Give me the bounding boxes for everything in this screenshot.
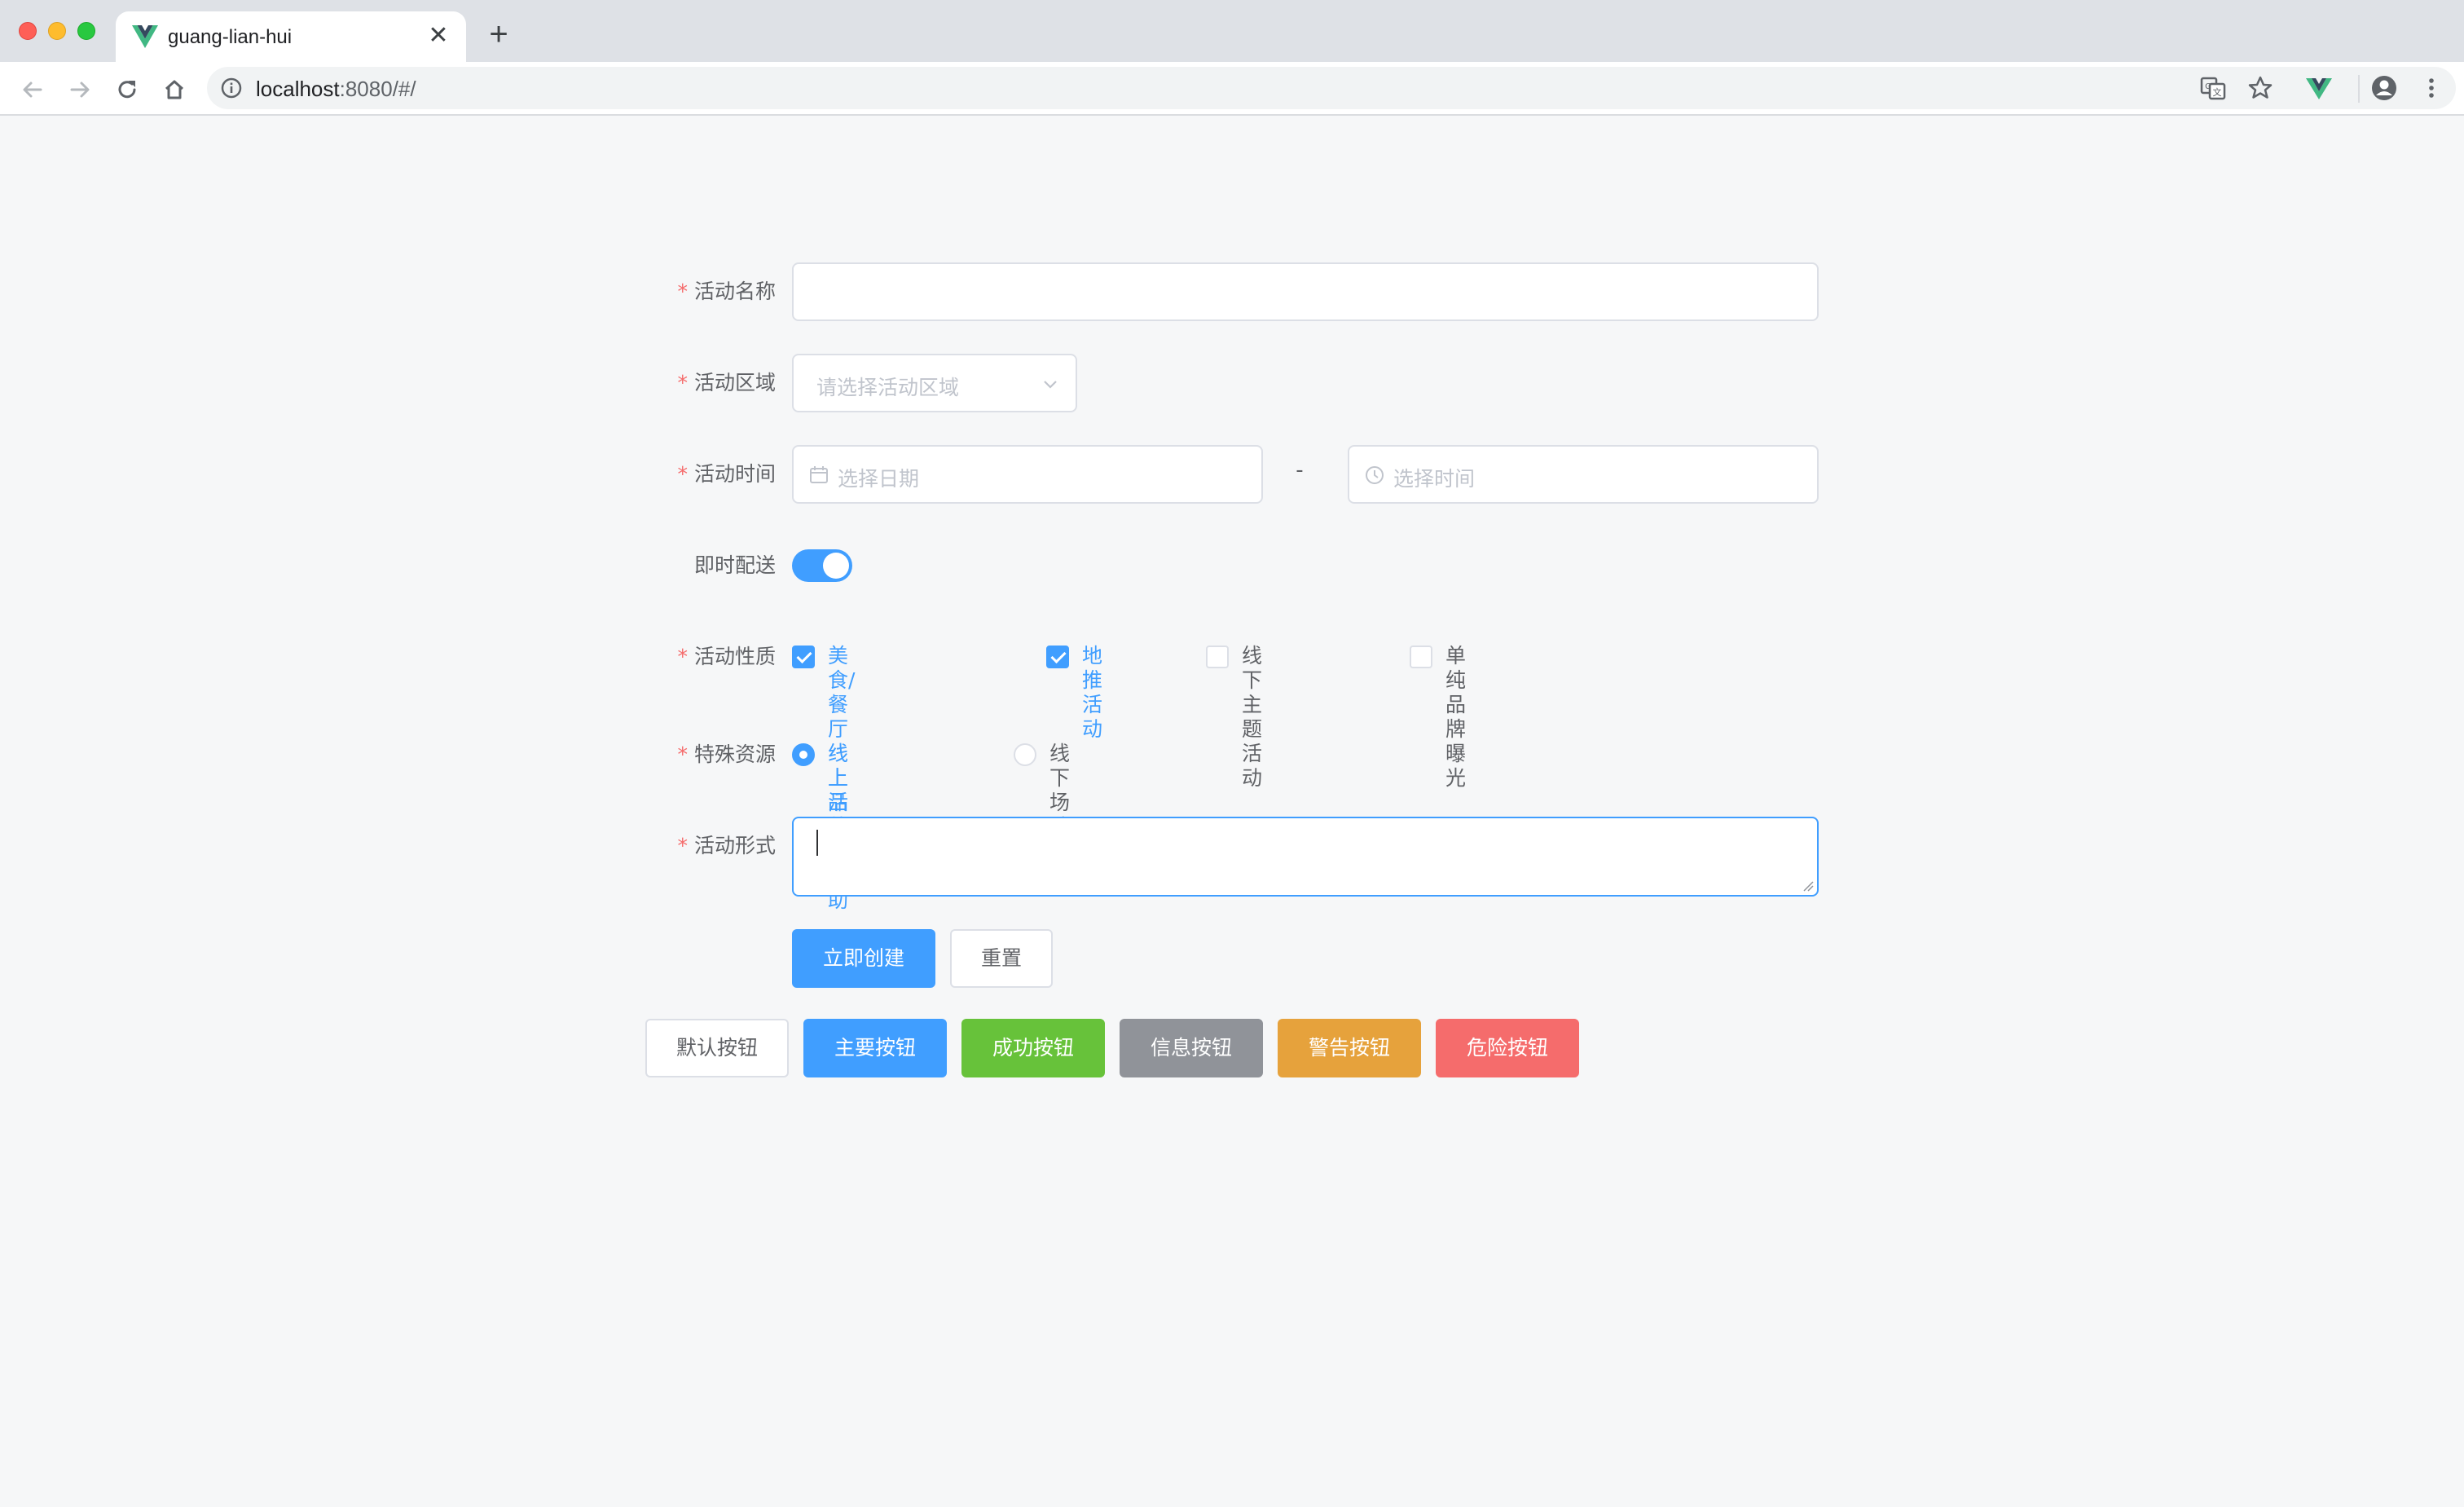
activity-name-label: * 活动名称 xyxy=(677,280,776,303)
switch-knob xyxy=(823,553,849,579)
translate-icon[interactable]: 文G xyxy=(2197,72,2229,104)
toolbar-divider xyxy=(2358,75,2360,103)
radio-offline-venue[interactable] xyxy=(1014,743,1036,766)
home-icon[interactable] xyxy=(158,73,191,106)
activity-name-input[interactable] xyxy=(792,262,1819,321)
checkbox-label-brand-exposure[interactable]: 单纯品牌曝光 xyxy=(1445,644,1466,791)
tab-title: guang-lian-hui xyxy=(168,26,293,48)
delivery-label: 即时配送 xyxy=(693,553,776,577)
create-button[interactable]: 立即创建 xyxy=(792,929,935,988)
time-placeholder: 选择时间 xyxy=(1393,467,1476,491)
checkbox-offline-theme[interactable] xyxy=(1206,646,1229,668)
checkbox-online-food[interactable] xyxy=(792,646,815,668)
profile-avatar-icon[interactable] xyxy=(2368,72,2400,104)
tab-close-icon[interactable]: ✕ xyxy=(425,23,451,49)
delivery-switch[interactable] xyxy=(792,549,852,582)
danger-button[interactable]: 危险按钮 xyxy=(1436,1019,1579,1077)
region-placeholder: 请选择活动区域 xyxy=(816,376,960,399)
checkbox-brand-exposure[interactable] xyxy=(1410,646,1432,668)
activity-type-label: * 活动性质 xyxy=(677,645,776,668)
window-close-button[interactable] xyxy=(19,22,37,40)
info-button[interactable]: 信息按钮 xyxy=(1120,1019,1263,1077)
vue-devtools-icon[interactable] xyxy=(2303,72,2335,104)
time-picker-input[interactable]: 选择时间 xyxy=(1348,445,1819,504)
back-arrow-icon[interactable] xyxy=(16,73,49,106)
activity-form-textarea[interactable] xyxy=(792,817,1819,897)
window-minimize-button[interactable] xyxy=(48,22,66,40)
bookmark-star-icon[interactable] xyxy=(2244,72,2277,104)
svg-text:G: G xyxy=(2205,82,2211,91)
success-button[interactable]: 成功按钮 xyxy=(961,1019,1105,1077)
region-select[interactable]: 请选择活动区域 xyxy=(792,354,1077,412)
clock-icon xyxy=(1366,466,1384,484)
site-info-icon[interactable] xyxy=(220,77,243,99)
page-content: * 活动名称 * 活动区域 请选择活动区域 * 活动时间 选择日期 - 选择时间 即时… xyxy=(0,117,2464,1507)
address-bar[interactable]: localhost:8080/#/ 文G xyxy=(207,67,2456,109)
browser-menu-icon[interactable] xyxy=(2415,72,2448,104)
checkbox-label-ground-promotion[interactable]: 地推活动 xyxy=(1082,644,1102,742)
default-button[interactable]: 默认按钮 xyxy=(645,1019,789,1077)
date-placeholder: 选择日期 xyxy=(838,467,920,491)
primary-button[interactable]: 主要按钮 xyxy=(803,1019,947,1077)
date-picker-input[interactable]: 选择日期 xyxy=(792,445,1263,504)
browser-tabbar: guang-lian-hui ✕ + xyxy=(0,0,2464,62)
checkbox-label-offline-theme[interactable]: 线下主题活动 xyxy=(1242,644,1262,791)
activity-form-label: * 活动形式 xyxy=(677,834,776,857)
text-caret xyxy=(816,830,818,856)
warning-button[interactable]: 警告按钮 xyxy=(1278,1019,1421,1077)
svg-text:文: 文 xyxy=(2213,86,2222,98)
resource-label: * 特殊资源 xyxy=(677,742,776,766)
browser-tab-active[interactable]: guang-lian-hui ✕ xyxy=(116,11,466,62)
region-label: * 活动区域 xyxy=(677,371,776,394)
reset-button[interactable]: 重置 xyxy=(950,929,1053,988)
resize-handle-icon[interactable] xyxy=(1802,880,1814,892)
time-label: * 活动时间 xyxy=(677,462,776,486)
browser-toolbar: localhost:8080/#/ 文G xyxy=(0,62,2464,116)
calendar-icon xyxy=(810,466,828,483)
reload-icon[interactable] xyxy=(111,73,143,106)
radio-online-sponsor[interactable] xyxy=(792,743,815,766)
window-zoom-button[interactable] xyxy=(77,22,95,40)
checkbox-ground-promotion[interactable] xyxy=(1046,646,1069,668)
url-text: localhost:8080/#/ xyxy=(256,77,416,101)
forward-arrow-icon[interactable] xyxy=(64,73,96,106)
vue-logo-icon xyxy=(132,25,158,48)
chevron-down-icon xyxy=(1044,381,1057,389)
new-tab-button[interactable]: + xyxy=(482,18,515,51)
time-range-separator: - xyxy=(1296,458,1304,483)
